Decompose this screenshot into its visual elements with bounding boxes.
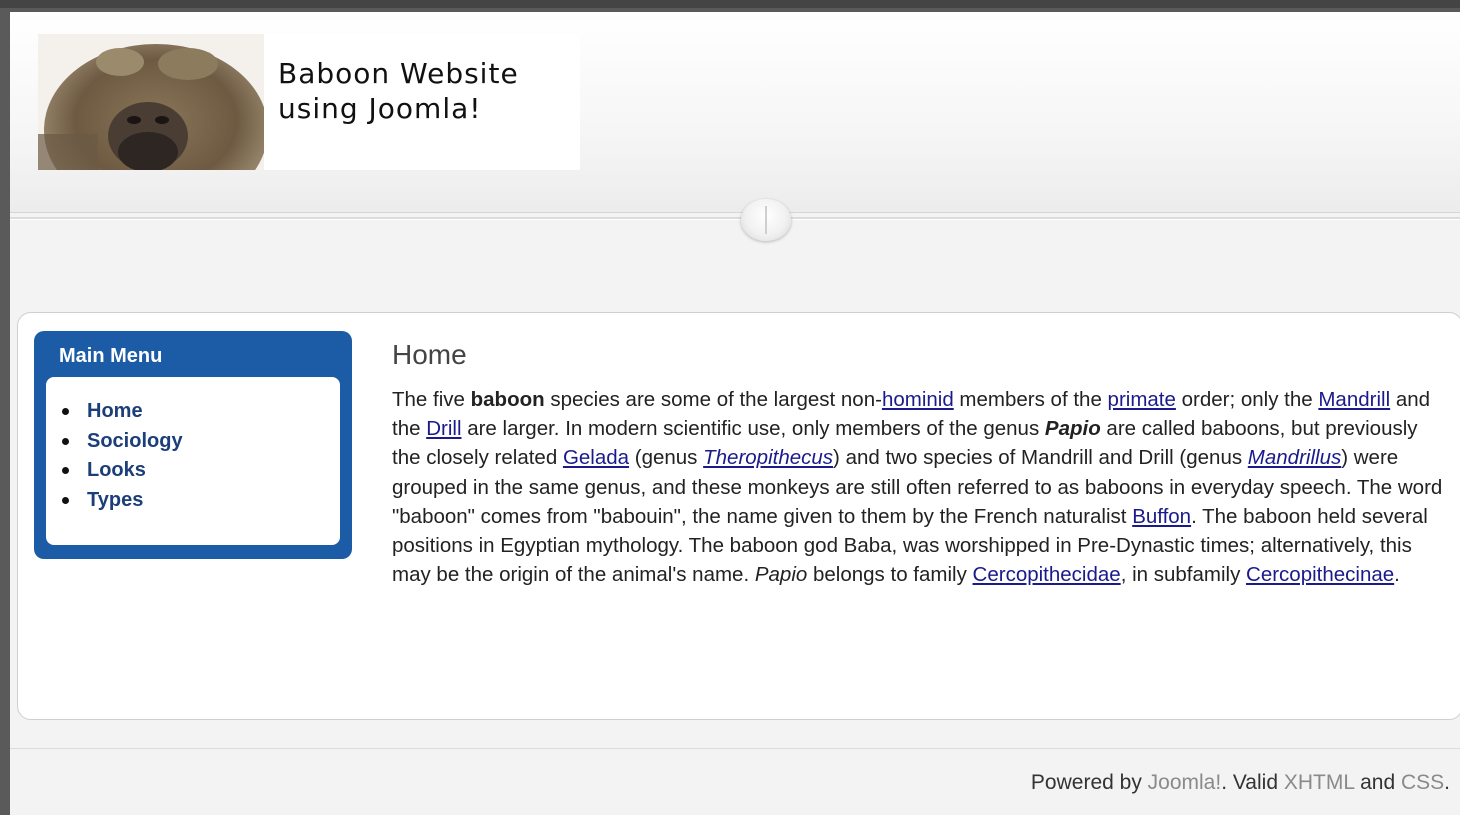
article-title: Home [392,339,467,370]
link-mandrillus[interactable]: Mandrillus [1248,446,1341,469]
link-joomla[interactable]: Joomla! [1148,771,1222,794]
menu-item-label[interactable]: Looks [87,459,146,482]
menu-item-home[interactable]: Home [62,397,183,427]
site-logo[interactable]: Baboon Website using Joomla! [38,34,580,170]
text: members of the [953,388,1108,411]
site-title-line-1: Baboon Website [278,57,519,90]
footer-text: Powered by [1030,771,1148,794]
site-title: Baboon Website using Joomla! [278,56,568,126]
divider-ornament-icon [741,199,791,241]
text: (genus [629,446,704,470]
main-menu-body: Home Sociology Looks Types [46,377,340,545]
text: ) and two species of Mandrill and Drill … [833,446,1248,470]
menu-item-label[interactable]: Home [87,400,143,423]
text: , in subfamily [1120,563,1247,587]
article-body: The five baboon species are some of the … [392,385,1444,589]
bold-italic-term: Papio [1044,417,1101,441]
menu-item-label[interactable]: Sociology [87,430,183,453]
menu-item-sociology[interactable]: Sociology [62,427,183,457]
bullet-icon [62,437,69,445]
content-area: Main Menu Home Sociology Looks Types Hom… [17,312,1460,720]
main-menu-list: Home Sociology Looks Types [62,397,183,515]
link-drill[interactable]: Drill [426,417,461,440]
site-footer: Powered by Joomla!. Valid XHTML and CSS. [10,748,1460,815]
text: . [1394,563,1400,587]
browser-edge [0,0,1460,8]
link-cercopithecidae[interactable]: Cercopithecidae [973,563,1121,586]
bullet-icon [62,408,69,416]
menu-item-label[interactable]: Types [87,489,143,512]
text: species are some of the largest non- [544,388,882,411]
link-theropithecus[interactable]: Theropithecus [703,446,833,469]
main-menu-module: Main Menu Home Sociology Looks Types [34,331,352,559]
footer-text: and [1354,771,1401,794]
main-menu-title: Main Menu [59,345,163,367]
menu-item-looks[interactable]: Looks [62,456,183,486]
menu-item-types[interactable]: Types [62,486,183,516]
site-header: Baboon Website using Joomla! [10,12,1460,213]
link-label: Theropithecus [703,446,834,470]
site-title-line-2: using Joomla! [278,92,482,125]
bullet-icon [62,467,69,475]
header-divider [10,217,1460,220]
footer-text: . Valid [1221,771,1284,794]
bold-term: baboon [470,388,545,411]
page: Baboon Website using Joomla! Main Menu H… [10,12,1460,815]
text: order; only the [1175,388,1319,411]
footer-credits: Powered by Joomla!. Valid XHTML and CSS. [1031,771,1450,795]
italic-term: Papio [754,563,808,587]
text: belongs to family [807,563,973,587]
bullet-icon [62,496,69,504]
text: are larger. In modern scientific use, on… [461,417,1045,441]
link-primate[interactable]: primate [1108,388,1176,411]
link-css[interactable]: CSS [1401,771,1444,794]
link-hominid[interactable]: hominid [882,388,954,411]
link-xhtml[interactable]: XHTML [1284,771,1354,794]
article: Home The five baboon species are some of… [392,339,1444,589]
link-buffon[interactable]: Buffon [1132,505,1191,528]
link-cercopithecinae[interactable]: Cercopithecinae [1246,563,1394,586]
link-mandrill[interactable]: Mandrill [1318,388,1390,411]
link-label: Mandrillus [1247,446,1342,470]
text: The five [392,388,471,411]
link-gelada[interactable]: Gelada [563,446,629,469]
baboon-logo-image [38,34,264,170]
footer-text: . [1444,771,1450,794]
